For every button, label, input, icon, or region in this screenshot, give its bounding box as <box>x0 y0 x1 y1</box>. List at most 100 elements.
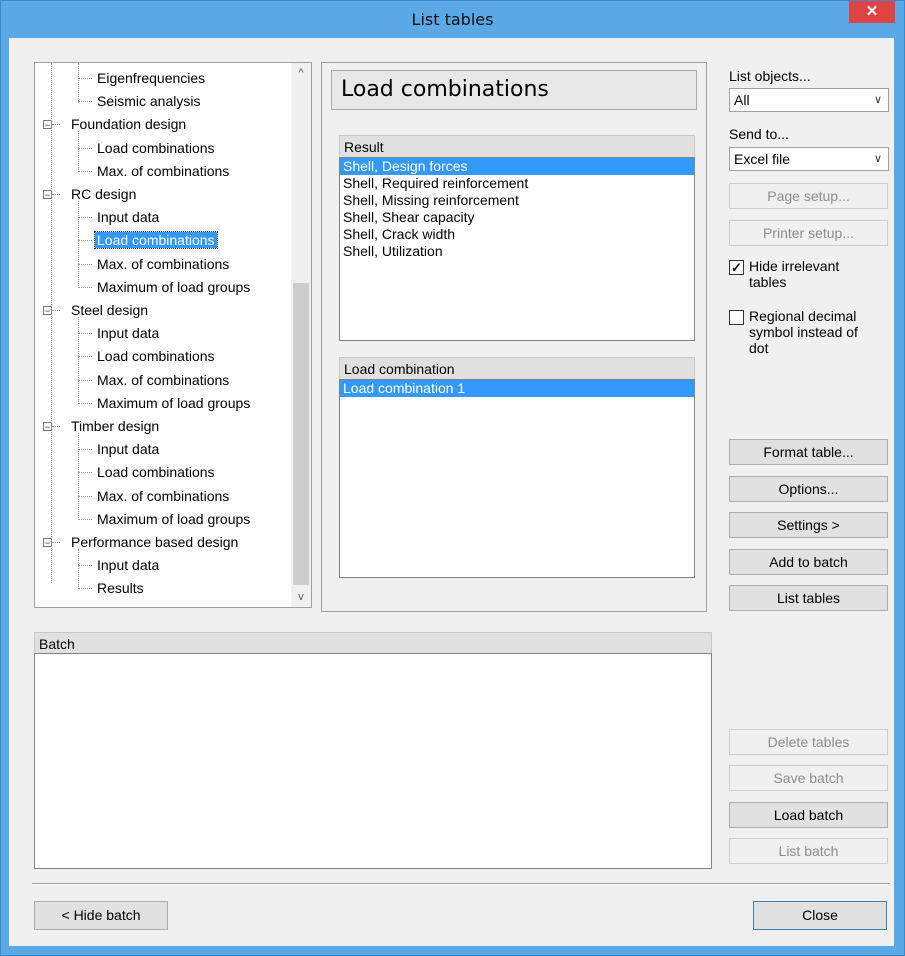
tree-item-label: Seismic analysis <box>97 93 201 110</box>
hide-irrelevant-label-line: Hide irrelevant <box>749 258 840 274</box>
tree-item-label: Input data <box>97 557 160 574</box>
footer-divider <box>32 883 890 885</box>
format-table-button[interactable]: Format table... <box>729 439 888 465</box>
list-objects-select[interactable]: All ∨ <box>729 88 889 112</box>
tree-item-label: Input data <box>97 209 160 226</box>
result-listbox[interactable]: Shell, Design forces Shell, Required rein… <box>339 157 695 341</box>
list-tables-button[interactable]: List tables <box>729 585 888 611</box>
tree-item[interactable]: Input data <box>95 322 161 345</box>
tree-item-label: Max. of combinations <box>97 162 230 179</box>
send-to-select[interactable]: Excel file ∨ <box>729 147 889 171</box>
hide-irrelevant-label-line: tables <box>749 274 787 290</box>
tree-item[interactable]: Max. of combinations <box>95 369 231 392</box>
tree-connector <box>78 472 92 474</box>
tree-connector <box>78 449 92 451</box>
tree-connector <box>78 333 92 335</box>
tree-item-label: Timber design <box>71 418 160 434</box>
tree-item[interactable]: Max. of combinations <box>95 485 231 508</box>
tree-group[interactable]: Steel design <box>69 299 150 322</box>
tree-connector <box>78 518 92 520</box>
chevron-down-icon: ∨ <box>873 94 882 106</box>
tree-item[interactable]: Eigenfrequencies <box>95 67 207 90</box>
tree-item[interactable]: Max. of combinations <box>95 160 231 183</box>
tree-connector <box>52 124 60 126</box>
printer-setup-button[interactable]: Printer setup... <box>729 220 888 246</box>
list-item[interactable]: Load combination 1 <box>340 380 694 397</box>
list-item[interactable]: Shell, Required reinforcement <box>340 175 694 192</box>
tree-item-label: Eigenfrequencies <box>97 70 206 86</box>
tree-item-label: Load combinations <box>97 139 215 156</box>
tree-group[interactable]: Foundation design <box>69 113 188 136</box>
regional-decimal-label-line: dot <box>749 340 769 356</box>
selected-table-heading: Load combinations <box>331 70 697 110</box>
tree-item[interactable]: Load combinations <box>94 229 218 252</box>
tree-group[interactable]: RC design <box>69 183 138 206</box>
options-button[interactable]: Options... <box>729 476 888 502</box>
tree-item[interactable]: Maximum of load groups <box>95 508 252 531</box>
hide-irrelevant-label: Hide irrelevant tables <box>749 258 839 290</box>
tree-item[interactable]: Load combinations <box>95 137 217 160</box>
regional-decimal-label-line: symbol instead of <box>749 324 858 340</box>
tree-connector <box>78 495 92 497</box>
tree-connector <box>78 78 92 79</box>
list-objects-label: List objects... <box>729 68 811 84</box>
tree-item[interactable]: Results <box>95 577 146 600</box>
tree-item[interactable]: Load combinations <box>95 461 217 484</box>
list-item[interactable]: Shell, Utilization <box>340 243 694 260</box>
add-to-batch-button[interactable]: Add to batch <box>729 549 888 575</box>
tree-item-label: Load combinations <box>97 348 215 365</box>
hide-irrelevant-checkbox[interactable]: ✓ <box>729 260 744 275</box>
batch-header: Batch <box>34 632 712 654</box>
tree-item-label: Max. of combinations <box>97 255 230 272</box>
tree-item-label: Maximum of load groups <box>97 394 251 411</box>
batch-list[interactable] <box>34 653 712 869</box>
tree-item[interactable]: Maximum of load groups <box>95 392 252 415</box>
tree-item[interactable]: Input data <box>95 554 161 577</box>
tree-connector <box>78 63 79 103</box>
result-list-header: Result <box>339 135 695 157</box>
tree-group[interactable]: Performance based design <box>69 531 240 554</box>
tree-connector <box>78 286 92 288</box>
page-setup-button[interactable]: Page setup... <box>729 183 888 209</box>
delete-tables-button[interactable]: Delete tables <box>729 729 888 755</box>
list-item[interactable]: Shell, Shear capacity <box>340 209 694 226</box>
save-batch-button[interactable]: Save batch <box>729 765 888 791</box>
list-batch-button[interactable]: List batch <box>729 838 888 864</box>
tree-connector <box>78 588 92 590</box>
regional-decimal-checkbox[interactable] <box>729 310 744 325</box>
window-title: List tables <box>411 10 494 29</box>
tree-item-label: Results <box>97 580 144 597</box>
tree-item[interactable]: Input data <box>95 438 161 461</box>
tree-item[interactable]: Max. of combinations <box>95 253 231 276</box>
tree-item[interactable]: Seismic analysis <box>95 90 202 113</box>
chevron-down-icon: ∨ <box>873 153 882 165</box>
category-tree[interactable]: ^ v Eigenfrequencies Seismic analysis Foun… <box>34 62 312 608</box>
scroll-down-icon[interactable]: v <box>291 587 311 607</box>
tree-item[interactable]: Input data <box>95 206 161 229</box>
regional-decimal-label: Regional decimal symbol instead of dot <box>749 308 858 356</box>
tree-item[interactable]: Maximum of load groups <box>95 276 252 299</box>
list-item[interactable]: Shell, Missing reinforcement <box>340 192 694 209</box>
tree-item[interactable]: Load combinations <box>95 345 217 368</box>
load-batch-button[interactable]: Load batch <box>729 802 888 828</box>
list-item[interactable]: Shell, Crack width <box>340 226 694 243</box>
load-combination-listbox[interactable]: Load combination 1 <box>339 379 695 578</box>
tree-connector <box>78 240 92 242</box>
close-button[interactable]: Close <box>753 901 887 930</box>
send-to-value: Excel file <box>734 151 791 167</box>
tree-group[interactable]: Timber design <box>69 415 161 438</box>
tree-item-label: Load combinations <box>94 231 218 250</box>
close-window-button[interactable]: ✕ <box>849 1 895 23</box>
tree-scrollbar[interactable]: ^ v <box>291 63 311 607</box>
regional-decimal-label-line: Regional decimal <box>749 308 857 324</box>
settings-button[interactable]: Settings > <box>729 512 888 538</box>
title-bar[interactable]: List tables ✕ <box>1 1 904 39</box>
hide-batch-button[interactable]: < Hide batch <box>34 901 168 930</box>
scroll-up-icon[interactable]: ^ <box>291 63 311 83</box>
tree-connector <box>52 426 60 427</box>
list-item[interactable]: Shell, Design forces <box>340 158 694 175</box>
scrollbar-thumb[interactable] <box>293 283 309 585</box>
tree-connector <box>52 310 60 311</box>
tree-connector <box>52 542 60 543</box>
tree-connector <box>78 379 92 381</box>
